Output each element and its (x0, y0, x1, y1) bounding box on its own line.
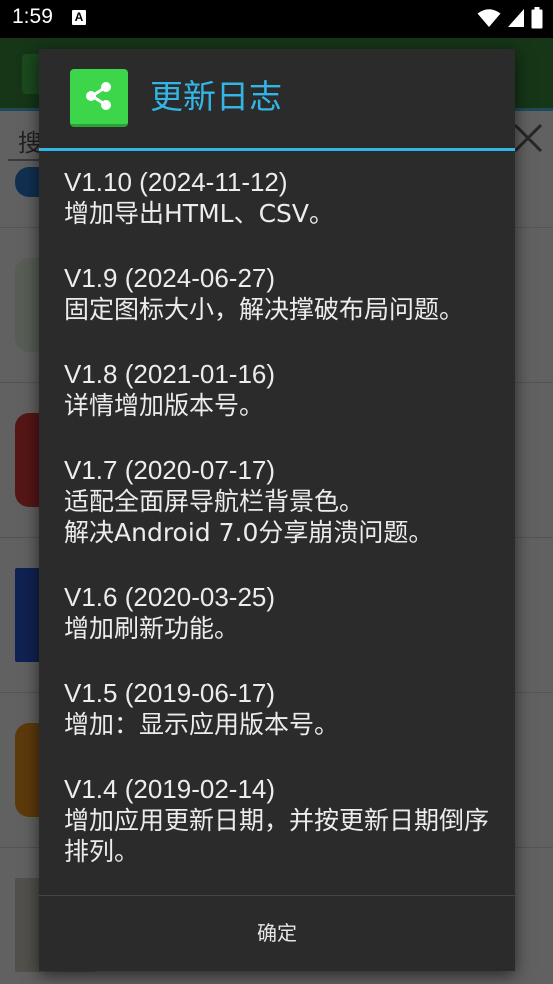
entry-version: V1.7 (2020-07-17) (64, 455, 276, 485)
changelog-entry: V1.10 (2024-11-12) 增加导出HTML、CSV。 (64, 167, 494, 229)
entry-version: V1.9 (2024-06-27) (64, 263, 276, 293)
entry-note: 增加导出HTML、CSV。 (64, 199, 334, 228)
entry-note: 解决Android 7.0分享崩溃问题。 (64, 518, 434, 547)
status-time: 1:59 (12, 5, 53, 28)
entry-note: 固定图标大小，解决撑破布局问题。 (64, 295, 465, 324)
dialog-title: 更新日志 (150, 77, 282, 116)
wifi-icon (477, 9, 501, 27)
changelog-list: V1.10 (2024-11-12) 增加导出HTML、CSV。 V1.9 (2… (64, 167, 494, 895)
entry-note: 增加：显示应用版本号。 (64, 710, 340, 739)
changelog-entry: V1.6 (2020-03-25) 增加刷新功能。 (64, 582, 494, 644)
entry-version: V1.4 (2019-02-14) (64, 774, 276, 804)
ok-button[interactable]: 确定 (39, 896, 515, 971)
screen: 1:59 A 搜 (0, 0, 553, 984)
entry-version: V1.10 (2024-11-12) (64, 167, 288, 197)
changelog-entry: V1.4 (2019-02-14) 增加应用更新日期，并按更新日期倒序排列。 (64, 774, 494, 867)
dialog-header: 更新日志 (39, 49, 515, 149)
entry-note: 增加应用更新日期，并按更新日期倒序排列。 (64, 806, 490, 866)
battery-icon (531, 7, 543, 29)
changelog-entry: V1.9 (2024-06-27) 固定图标大小，解决撑破布局问题。 (64, 263, 494, 325)
a-icon: A (72, 10, 86, 25)
entry-version: V1.5 (2019-06-17) (64, 678, 276, 708)
changelog-dialog: 更新日志 V1.10 (2024-11-12) 增加导出HTML、CSV。 V1… (39, 49, 515, 971)
entry-version: V1.6 (2020-03-25) (64, 582, 276, 612)
entry-note: 增加刷新功能。 (64, 614, 240, 643)
status-bar: 1:59 A (0, 0, 553, 38)
share-icon (70, 69, 128, 127)
changelog-scroll-area[interactable]: V1.10 (2024-11-12) 增加导出HTML、CSV。 V1.9 (2… (39, 151, 515, 895)
status-icons (477, 7, 543, 29)
changelog-entry: V1.5 (2019-06-17) 增加：显示应用版本号。 (64, 678, 494, 740)
changelog-entry: V1.7 (2020-07-17) 适配全面屏导航栏背景色。 解决Android… (64, 455, 494, 548)
share-glyph-icon (86, 82, 111, 110)
entry-note: 详情增加版本号。 (64, 391, 265, 420)
signal-icon (508, 9, 524, 27)
entry-version: V1.8 (2021-01-16) (64, 359, 276, 389)
entry-note: 适配全面屏导航栏背景色。 (64, 487, 365, 516)
changelog-entry: V1.8 (2021-01-16) 详情增加版本号。 (64, 359, 494, 421)
